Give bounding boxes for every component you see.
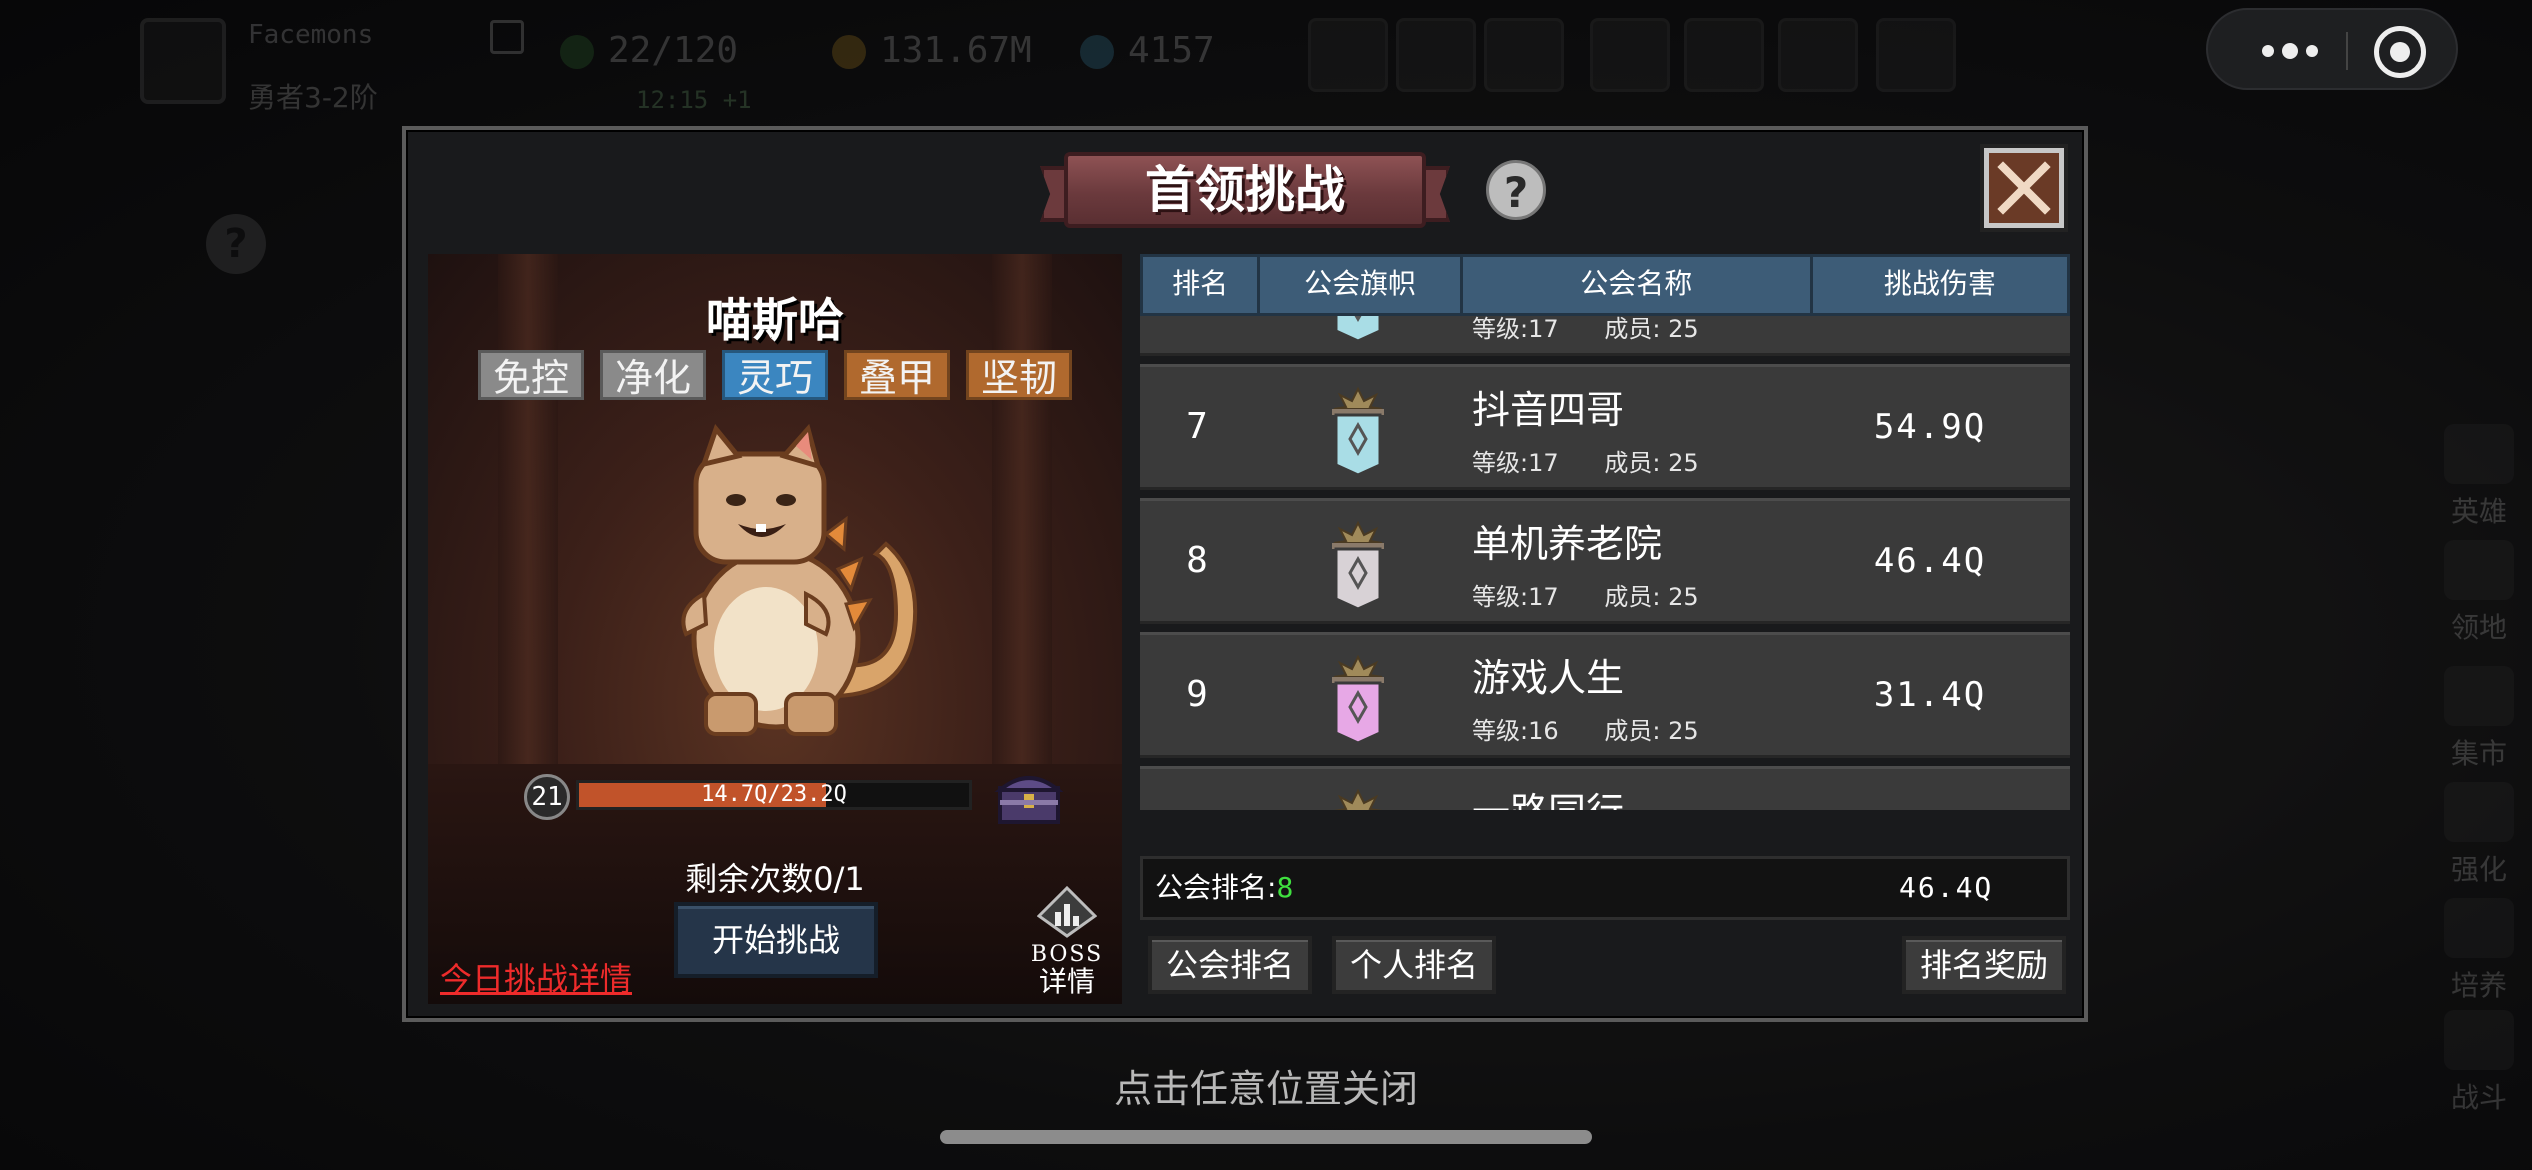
header-guild-name: 公会名称 [1463,257,1813,313]
trait-tag: 免控 [477,350,584,400]
guild-flag-icon [1332,387,1384,477]
tap-anywhere-to-close-hint: 点击任意位置关闭 [1113,1067,1418,1111]
remaining-attempts: 剩余次数0/1 [685,860,865,898]
cat-dinosaur-boss-sprite [681,424,918,736]
row-rank: 7 [1186,406,1208,447]
boss-hp-row: 21 14.7Q/23.2Q [524,766,1064,826]
boss-trait-tags: 免控 净化 灵巧 叠甲 坚韧 [428,350,1122,400]
row-guild-name: 一路同行 [1472,781,1624,810]
my-guild-damage: 46.4Q [1899,871,1994,904]
ranking-list-scroll[interactable]: 等级:17 成员: 25 7 抖音四哥 等级:17 成员: 25 54.9Q 8 单机养老院… [1140,316,2070,810]
row-guild-info: 等级:17 成员: 25 [1472,583,1699,611]
header-damage: 挑战伤害 [1883,267,1996,300]
row-guild-name: 单机养老院 [1472,522,1663,566]
row-rank [1140,316,1254,353]
more-menu-icon[interactable] [2240,10,2340,92]
boss-panel: 喵斯哈 免控 净化 灵巧 叠甲 坚韧 21 14.7Q/23.2Q 剩余次数0/… [428,254,1122,1004]
boss-detail-button[interactable]: BOSS 详情 [1022,885,1112,997]
trait-tag: 灵巧 [721,350,828,400]
row-damage: 54.9Q [1873,407,1987,447]
my-guild-rank-value: 8 [1276,871,1294,904]
question-icon[interactable]: ? [1486,160,1546,220]
table-row[interactable]: 8 单机养老院等级:17 成员: 25 46.4Q [1140,498,2070,624]
table-row[interactable]: 等级:17 成员: 25 [1140,316,2070,356]
treasure-chest-icon[interactable] [994,766,1064,826]
home-indicator[interactable] [940,1130,1592,1144]
title-ribbon: 首领挑战 [1040,144,1450,236]
boss-hp-bar: 14.7Q/23.2Q [576,780,972,810]
boss-challenge-dialog: 首领挑战 ? 喵斯哈 免控 净化 灵巧 叠甲 坚韧 21 14.7Q/23.2Q… [402,126,2088,1022]
today-challenge-details-link[interactable]: 今日挑战详情 [440,954,632,1000]
start-challenge-button[interactable]: 开始挑战 [674,902,878,978]
rank-rewards-button[interactable]: 排名奖励 [1902,936,2067,994]
row-rank: 10 [1140,769,1254,810]
header-guild-flag: 公会旗帜 [1260,257,1463,313]
row-damage: 29.6Q [1820,769,2040,810]
table-row[interactable]: 9 游戏人生等级:16 成员: 25 31.4Q [1140,632,2070,758]
guild-ranking-table: 排名 公会旗帜 公会名称 挑战伤害 等级:17 成员: 25 7 抖音四哥 等级:17… [1140,254,2070,852]
table-header: 排名 公会旗帜 公会名称 挑战伤害 [1140,254,2070,316]
row-guild-name: 抖音四哥 [1472,388,1625,432]
row-damage: 31.4Q [1873,675,1987,715]
row-damage: 46.4Q [1873,541,1987,581]
header-rank: 排名 [1143,257,1261,313]
trait-tag: 净化 [599,350,706,400]
trait-tag: 叠甲 [844,350,951,400]
trait-tag: 坚韧 [966,350,1073,400]
personal-rank-button[interactable]: 个人排名 [1332,936,1497,994]
my-guild-rank-label: 公会排名: [1155,871,1277,904]
table-row[interactable]: 10 一路同行 29.6Q [1140,766,2070,810]
dialog-title: 首领挑战 [1145,161,1345,219]
exit-target-icon[interactable] [2374,26,2426,78]
boss-level-badge: 21 [524,774,570,820]
row-guild-info: 等级:17 成员: 25 [1472,316,1699,343]
row-guild-info: 等级:16 成员: 25 [1472,717,1699,745]
boss-hp-text: 14.7Q/23.2Q [701,782,847,807]
row-rank: 8 [1186,540,1208,581]
my-guild-rank-bar: 公会排名:8 46.4Q [1140,856,2070,920]
boss-name: 喵斯哈 [706,293,844,347]
close-x-icon [1997,161,2051,215]
guild-rank-button[interactable]: 公会排名 [1148,936,1313,994]
close-button[interactable] [1984,148,2064,228]
guild-flag-icon [1334,316,1382,343]
guild-flag-icon [1332,655,1384,745]
guild-flag-icon [1333,789,1383,810]
boss-detail-icon [1036,885,1098,938]
miniprogram-capsule [2206,8,2458,90]
row-guild-name: 游戏人生 [1472,656,1625,700]
row-guild-info: 等级:17 成员: 25 [1472,449,1699,477]
row-damage [1820,316,2040,353]
row-rank: 9 [1186,674,1208,715]
guild-flag-icon [1332,521,1384,611]
table-row[interactable]: 7 抖音四哥等级:17 成员: 25 54.9Q [1140,364,2070,490]
